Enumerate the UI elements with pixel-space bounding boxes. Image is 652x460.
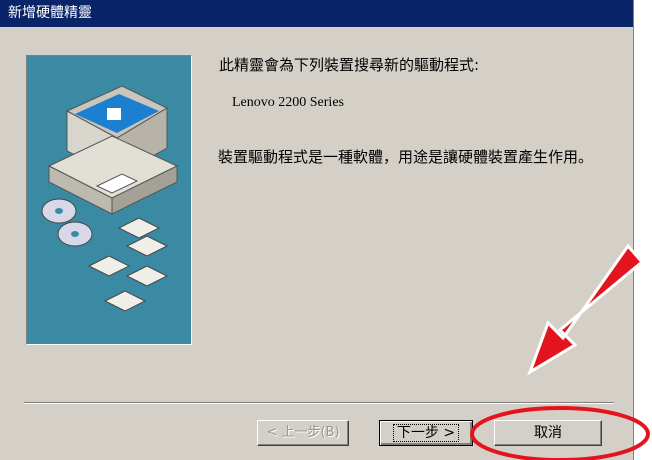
next-button-label: 下一步 >	[392, 424, 460, 442]
computer-icon	[47, 85, 179, 215]
cancel-button[interactable]: 取消	[494, 420, 602, 446]
floppy-disk-icon	[87, 217, 169, 312]
intro-text: 此精靈會為下列裝置搜尋新的驅動程式:	[219, 56, 480, 74]
cd-icon	[41, 198, 93, 247]
back-button[interactable]: < 上一步(B)	[257, 420, 349, 446]
divider	[24, 402, 614, 404]
device-name: Lenovo 2200 Series	[232, 95, 344, 110]
description-text: 裝置驅動程式是一種軟體，用途是讓硬體裝置產生作用。	[218, 148, 594, 166]
add-hardware-wizard-dialog: 新增硬體精靈 此精靈會為下列裝置搜尋新的驅動程式: Lenovo 2200 Se…	[0, 0, 634, 460]
wizard-illustration	[26, 55, 192, 345]
next-button[interactable]: 下一步 >	[379, 420, 473, 446]
window-title: 新增硬體精靈	[0, 0, 633, 27]
